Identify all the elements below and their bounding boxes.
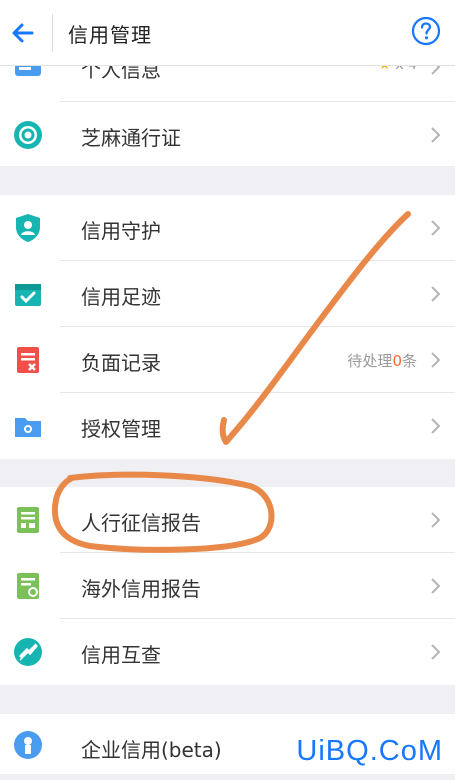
shield-icon — [16, 214, 40, 242]
watermark: UiBQ.CoM — [296, 735, 443, 767]
chevron-right-icon — [431, 127, 441, 143]
header-divider — [52, 14, 53, 52]
row-authorization[interactable]: 授权管理 — [0, 393, 455, 459]
pending-suffix: 条 — [401, 352, 417, 370]
row-negative-record[interactable]: 负面记录 待处理0条 — [0, 327, 455, 393]
row-credit-guard[interactable]: 信用守护 — [0, 195, 455, 261]
row-credit-footprint[interactable]: 信用足迹 — [0, 261, 455, 327]
row-credit-mutual-check[interactable]: 信用互查 — [0, 619, 455, 685]
report-icon — [17, 507, 39, 533]
folder-icon — [15, 418, 41, 437]
calendar-check-icon — [15, 284, 41, 306]
row-label: 企业信用(beta) — [81, 738, 222, 762]
enterprise-icon — [14, 731, 42, 759]
overseas-report-icon — [17, 573, 39, 599]
app-header: 信用管理 — [0, 0, 455, 66]
group-reports: 人行征信报告 海外信用报告 信用互查 — [0, 487, 455, 685]
row-label: 信用互查 — [81, 643, 161, 667]
row-label: 芝麻通行证 — [81, 126, 181, 150]
chevron-right-icon — [431, 578, 441, 594]
help-icon[interactable] — [411, 16, 441, 46]
row-overseas-credit-report[interactable]: 海外信用报告 — [0, 553, 455, 619]
chevron-right-icon — [431, 286, 441, 302]
zhima-pass-icon — [14, 121, 42, 149]
negative-record-icon — [17, 347, 39, 373]
page-title: 信用管理 — [68, 23, 152, 47]
chevron-right-icon — [431, 512, 441, 528]
row-label: 信用守护 — [81, 219, 161, 243]
chevron-right-icon — [431, 220, 441, 236]
group-credit: 信用守护 信用足迹 负面记录 待处理0条 授权管理 — [0, 195, 455, 459]
row-label: 信用足迹 — [81, 285, 161, 309]
back-arrow-icon[interactable] — [8, 18, 38, 48]
row-label: 海外信用报告 — [81, 577, 201, 601]
pending-number: 0 — [392, 352, 402, 370]
chevron-right-icon — [431, 352, 441, 368]
chevron-right-icon — [431, 418, 441, 434]
pending-count-text: 待处理0条 — [347, 350, 417, 371]
row-pboc-credit-report[interactable]: 人行征信报告 — [0, 487, 455, 553]
mutual-check-icon — [14, 638, 42, 666]
row-label: 负面记录 — [81, 351, 161, 375]
pending-prefix: 待处理 — [347, 352, 393, 370]
row-zhima-pass[interactable]: 芝麻通行证 — [0, 102, 455, 168]
row-label: 人行征信报告 — [81, 511, 201, 535]
row-label: 授权管理 — [81, 417, 161, 441]
chevron-right-icon — [431, 644, 441, 660]
